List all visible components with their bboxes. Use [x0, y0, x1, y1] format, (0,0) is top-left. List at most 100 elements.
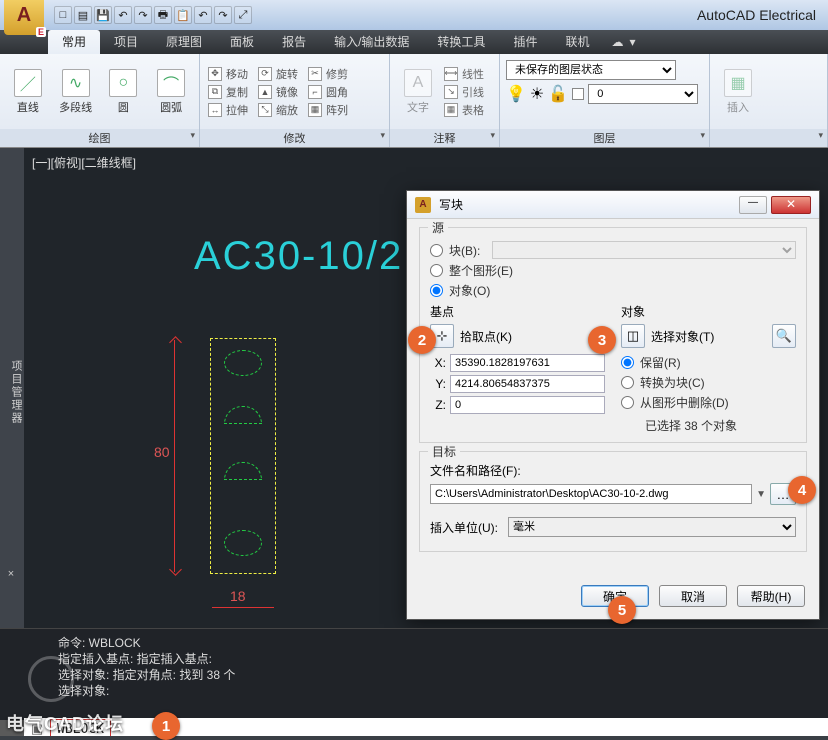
unit-select[interactable]: 毫米	[508, 517, 796, 537]
dialog-minimize-button[interactable]: —	[739, 196, 767, 214]
step-badge-1: 1	[152, 712, 180, 740]
qat-open-icon[interactable]: ▤	[74, 6, 92, 24]
panel-modify-label[interactable]: 修改	[200, 129, 389, 147]
block-select	[492, 241, 796, 259]
qat-redo-icon[interactable]: ↷	[134, 6, 152, 24]
dialog-close-button[interactable]: ✕	[771, 196, 811, 214]
radio-convert[interactable]	[621, 376, 634, 389]
coord-x-input[interactable]	[450, 354, 605, 372]
tab-dropdown-icon[interactable]: ▾	[629, 35, 635, 49]
btn-scale[interactable]: ⤡缩放	[258, 102, 298, 118]
btn-move[interactable]: ✥移动	[208, 66, 248, 82]
quick-select-button[interactable]: 🔍	[772, 324, 796, 348]
radio-objects[interactable]	[430, 284, 443, 297]
dialog-icon: A	[415, 197, 431, 213]
tab-schematic[interactable]: 原理图	[152, 30, 216, 54]
panel-annot-label[interactable]: 注释	[390, 129, 499, 147]
radio-delete[interactable]	[621, 396, 634, 409]
tab-plugin[interactable]: 插件	[499, 30, 551, 54]
panel-insert-label[interactable]	[710, 129, 827, 147]
panel-layer-label[interactable]: 图层	[500, 129, 709, 147]
btn-arc[interactable]: ⌒圆弧	[151, 69, 191, 115]
qat-new-icon[interactable]: □	[54, 6, 72, 24]
qat-redo2-icon[interactable]: ↷	[214, 6, 232, 24]
btn-copy[interactable]: ⧉复制	[208, 84, 248, 100]
btn-trim[interactable]: ✂修剪	[308, 66, 348, 82]
btn-circle[interactable]: ○圆	[104, 69, 144, 115]
select-objects-button[interactable]: ◫	[621, 324, 645, 348]
tab-project[interactable]: 项目	[100, 30, 152, 54]
dim-vertical-value: 80	[154, 444, 170, 460]
tab-panel[interactable]: 面板	[216, 30, 268, 54]
btn-linear-dim[interactable]: ⟷线性	[444, 66, 484, 82]
panel-layer: 未保存的图层状态 💡 ☀ 🔓 0 图层	[500, 54, 710, 147]
sidebar-project-manager[interactable]: 项目管理器 ×	[0, 148, 24, 628]
btn-insert[interactable]: ▦插入	[718, 69, 758, 115]
step-badge-3: 3	[588, 326, 616, 354]
step-badge-5: 5	[608, 596, 636, 624]
btn-polyline[interactable]: ∿多段线	[56, 69, 96, 115]
panel-draw: ／直线 ∿多段线 ○圆 ⌒圆弧 绘图	[0, 54, 200, 147]
radio-retain[interactable]	[621, 356, 634, 369]
qat-save-icon[interactable]: 💾	[94, 6, 112, 24]
layer-lock-icon: 🔓	[548, 84, 568, 104]
coord-y-input[interactable]	[450, 375, 605, 393]
dialog-title: 写块	[439, 196, 463, 213]
help-button[interactable]: 帮助(H)	[737, 585, 805, 607]
sidebar-close-icon[interactable]: ×	[5, 568, 17, 582]
file-path-input[interactable]	[430, 484, 752, 504]
quick-access-toolbar: □ ▤ 💾 ↶ ↷ 🖶 📋 ↶ ↷ ⤢	[54, 6, 252, 24]
layer-state-select[interactable]: 未保存的图层状态	[506, 60, 676, 80]
radio-block[interactable]	[430, 244, 443, 257]
panel-modify: ✥移动 ⟳旋转 ✂修剪 ⧉复制 ▲镜像 ⌐圆角 ↔拉伸 ⤡缩放 ▦阵列 修改	[200, 54, 390, 147]
drawing-part-text: AC30-10/2	[194, 234, 403, 279]
viewport-label[interactable]: [一][俯视][二维线框]	[32, 154, 136, 171]
layer-current-select[interactable]: 0	[588, 84, 698, 104]
tab-io[interactable]: 输入/输出数据	[320, 30, 423, 54]
wblock-dialog: A 写块 — ✕ 源 块(B): 整个图形(E) 对象(O) 基点 ⊹ 拾取点(…	[406, 190, 820, 620]
tab-convert[interactable]: 转换工具	[423, 30, 499, 54]
btn-fillet[interactable]: ⌐圆角	[308, 84, 348, 100]
dim-horizontal-value: 18	[230, 588, 246, 604]
ribbon-tab-strip: 常用 项目 原理图 面板 报告 输入/输出数据 转换工具 插件 联机 ☁ ▾	[0, 30, 828, 54]
qat-undo-icon[interactable]: ↶	[114, 6, 132, 24]
tab-cloud-icon[interactable]: ☁	[611, 35, 623, 49]
selection-status: 已选择 38 个对象	[621, 417, 796, 434]
tab-common[interactable]: 常用	[48, 30, 100, 54]
qat-extents-icon[interactable]: ⤢	[234, 6, 252, 24]
btn-leader[interactable]: ↘引线	[444, 84, 484, 100]
drawing-geometry: 80 18	[174, 334, 304, 584]
status-bar	[0, 736, 828, 740]
watermark-text: 电气CAD论坛	[6, 710, 124, 736]
btn-table[interactable]: ▦表格	[444, 102, 484, 118]
app-menu-icon[interactable]: AE	[4, 0, 44, 35]
ribbon: ／直线 ∿多段线 ○圆 ⌒圆弧 绘图 ✥移动 ⟳旋转 ✂修剪 ⧉复制 ▲镜像 ⌐…	[0, 54, 828, 148]
command-history: 命令: WBLOCK 指定插入基点: 指定插入基点: 选择对象: 指定对角点: …	[0, 628, 828, 720]
subgroup-objects: 对象 ◫ 选择对象(T) 🔍 保留(R) 转换为块(C) 从图形中删除(D) 已…	[621, 303, 796, 434]
btn-rotate[interactable]: ⟳旋转	[258, 66, 298, 82]
layer-sun-icon: ☀	[530, 84, 544, 104]
qat-print-icon[interactable]: 🖶	[154, 6, 172, 24]
coord-z-input[interactable]	[450, 396, 605, 414]
qat-paste-icon[interactable]: 📋	[174, 6, 192, 24]
panel-insert: ▦插入	[710, 54, 828, 147]
btn-array[interactable]: ▦阵列	[308, 102, 348, 118]
watermark-circle	[28, 656, 74, 702]
dialog-titlebar[interactable]: A 写块 — ✕	[407, 191, 819, 219]
panel-annot: A文字 ⟷线性 ↘引线 ▦表格 注释	[390, 54, 500, 147]
subgroup-basepoint: 基点 ⊹ 拾取点(K) X: Y: Z:	[430, 303, 605, 434]
title-bar: AE □ ▤ 💾 ↶ ↷ 🖶 📋 ↶ ↷ ⤢ AutoCAD Electrica…	[0, 0, 828, 30]
tab-report[interactable]: 报告	[268, 30, 320, 54]
btn-text[interactable]: A文字	[398, 69, 438, 115]
btn-line[interactable]: ／直线	[8, 69, 48, 115]
btn-stretch[interactable]: ↔拉伸	[208, 102, 248, 118]
radio-entire[interactable]	[430, 264, 443, 277]
cancel-button[interactable]: 取消	[659, 585, 727, 607]
group-target: 目标 文件名和路径(F): ▼ … 插入单位(U): 毫米	[419, 451, 807, 552]
step-badge-2: 2	[408, 326, 436, 354]
tab-online[interactable]: 联机	[551, 30, 603, 54]
panel-draw-label[interactable]: 绘图	[0, 129, 199, 147]
layer-color-swatch	[572, 88, 584, 100]
btn-mirror[interactable]: ▲镜像	[258, 84, 298, 100]
qat-undo2-icon[interactable]: ↶	[194, 6, 212, 24]
